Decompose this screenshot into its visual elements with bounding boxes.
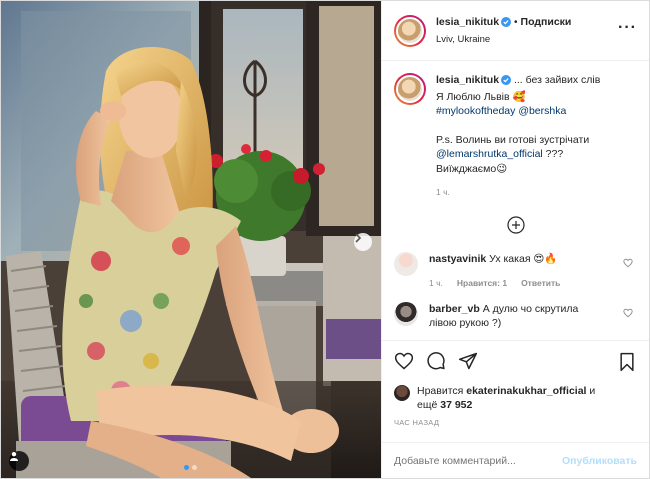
post-timestamp: ЧАС НАЗАД bbox=[394, 418, 440, 427]
chevron-right-icon bbox=[355, 233, 362, 243]
heart-icon[interactable] bbox=[623, 258, 633, 271]
add-circle-icon bbox=[506, 215, 525, 234]
likes-count[interactable]: 37 952 bbox=[440, 399, 472, 411]
action-bar bbox=[382, 340, 649, 384]
reply-button[interactable]: Ответить bbox=[521, 276, 560, 290]
comment-emoji: 😍🔥 bbox=[533, 252, 558, 265]
likes-prefix: Нравится bbox=[417, 385, 467, 397]
load-more-comments-button[interactable] bbox=[394, 215, 637, 234]
post-header: lesia_nikituk • Подписки Lviv, Ukraine ··· bbox=[382, 1, 649, 61]
carousel-dot bbox=[192, 465, 197, 470]
caption-username[interactable]: lesia_nikituk bbox=[436, 74, 499, 86]
caption-time: 1 ч. bbox=[436, 187, 450, 197]
avatar[interactable] bbox=[394, 251, 418, 276]
hashtag-link[interactable]: #mylookoftheday bbox=[436, 105, 515, 117]
following-button[interactable]: Подписки bbox=[521, 16, 572, 28]
likes-summary: Нравится ekaterinakukhar_official и ещё … bbox=[382, 384, 649, 418]
photo-image bbox=[1, 1, 381, 478]
comment-input[interactable] bbox=[394, 454, 563, 467]
likes-middle: и bbox=[586, 385, 596, 397]
caption-line-6: Виїжджаємо bbox=[436, 162, 497, 175]
location-link[interactable]: Lviv, Ukraine bbox=[436, 32, 571, 47]
avatar[interactable] bbox=[394, 73, 426, 105]
avatar[interactable] bbox=[394, 385, 410, 401]
heart-icon[interactable] bbox=[394, 351, 414, 374]
caption-emoji: 🥰 bbox=[512, 90, 526, 103]
next-photo-button[interactable] bbox=[354, 233, 372, 251]
post-sidebar: lesia_nikituk • Подписки Lviv, Ukraine ···… bbox=[381, 1, 649, 478]
tagged-users-button[interactable] bbox=[9, 451, 29, 471]
mention-link[interactable]: @bershka bbox=[518, 105, 566, 117]
verified-icon bbox=[501, 16, 512, 32]
comment-icon[interactable] bbox=[426, 351, 446, 374]
caption: lesia_nikituk ... без зайвих слів Я Любл… bbox=[394, 73, 637, 200]
caption-line-5: ??? bbox=[542, 148, 564, 160]
bookmark-icon[interactable] bbox=[617, 352, 637, 375]
add-comment-bar: Опубликовать bbox=[382, 442, 649, 478]
carousel-dot-active bbox=[184, 465, 189, 470]
comment-item: barber_vb А дулю чо скрутила лівою рукою… bbox=[394, 301, 637, 330]
caption-line-2: Я Люблю Львів bbox=[436, 90, 510, 103]
avatar[interactable] bbox=[394, 14, 426, 47]
avatar[interactable] bbox=[394, 301, 418, 326]
caption-line-4: P.s. Волинь ви готові зустрічати bbox=[436, 133, 590, 146]
caption-emoji-2: 😉 bbox=[496, 162, 508, 175]
header-separator: • bbox=[514, 16, 518, 28]
heart-icon[interactable] bbox=[623, 308, 633, 321]
comment-item: nastyavinik Ух какая 😍🔥 1 ч. Нравится: 1… bbox=[394, 251, 637, 290]
verified-icon bbox=[501, 75, 512, 90]
likes-user[interactable]: ekaterinakukhar_official bbox=[466, 385, 586, 397]
mention-link-2[interactable]: @lemarshrutka_official bbox=[436, 148, 543, 160]
comment-time: 1 ч. bbox=[429, 277, 443, 288]
comment-text: Ух какая bbox=[486, 252, 534, 265]
caption-text: lesia_nikituk ... без зайвих слів Я Любл… bbox=[436, 73, 600, 200]
share-icon[interactable] bbox=[458, 351, 478, 374]
post-photo bbox=[1, 1, 381, 478]
header-username[interactable]: lesia_nikituk bbox=[436, 16, 499, 28]
post-comment-button[interactable]: Опубликовать bbox=[562, 455, 637, 467]
likes-count-prefix: ещё bbox=[417, 399, 441, 411]
caption-line-1: ... без зайвих слів bbox=[511, 74, 601, 86]
more-icon[interactable]: ··· bbox=[618, 20, 637, 36]
carousel-indicator bbox=[184, 465, 197, 470]
comment-username[interactable]: nastyavinik bbox=[429, 253, 486, 265]
comment-username[interactable]: barber_vb bbox=[429, 303, 480, 315]
comments-area: lesia_nikituk ... без зайвих слів Я Любл… bbox=[382, 61, 649, 340]
comment-likes[interactable]: Нравится: 1 bbox=[457, 276, 507, 290]
tag-user-icon bbox=[10, 452, 18, 461]
post-modal: lesia_nikituk • Подписки Lviv, Ukraine ···… bbox=[0, 0, 650, 479]
